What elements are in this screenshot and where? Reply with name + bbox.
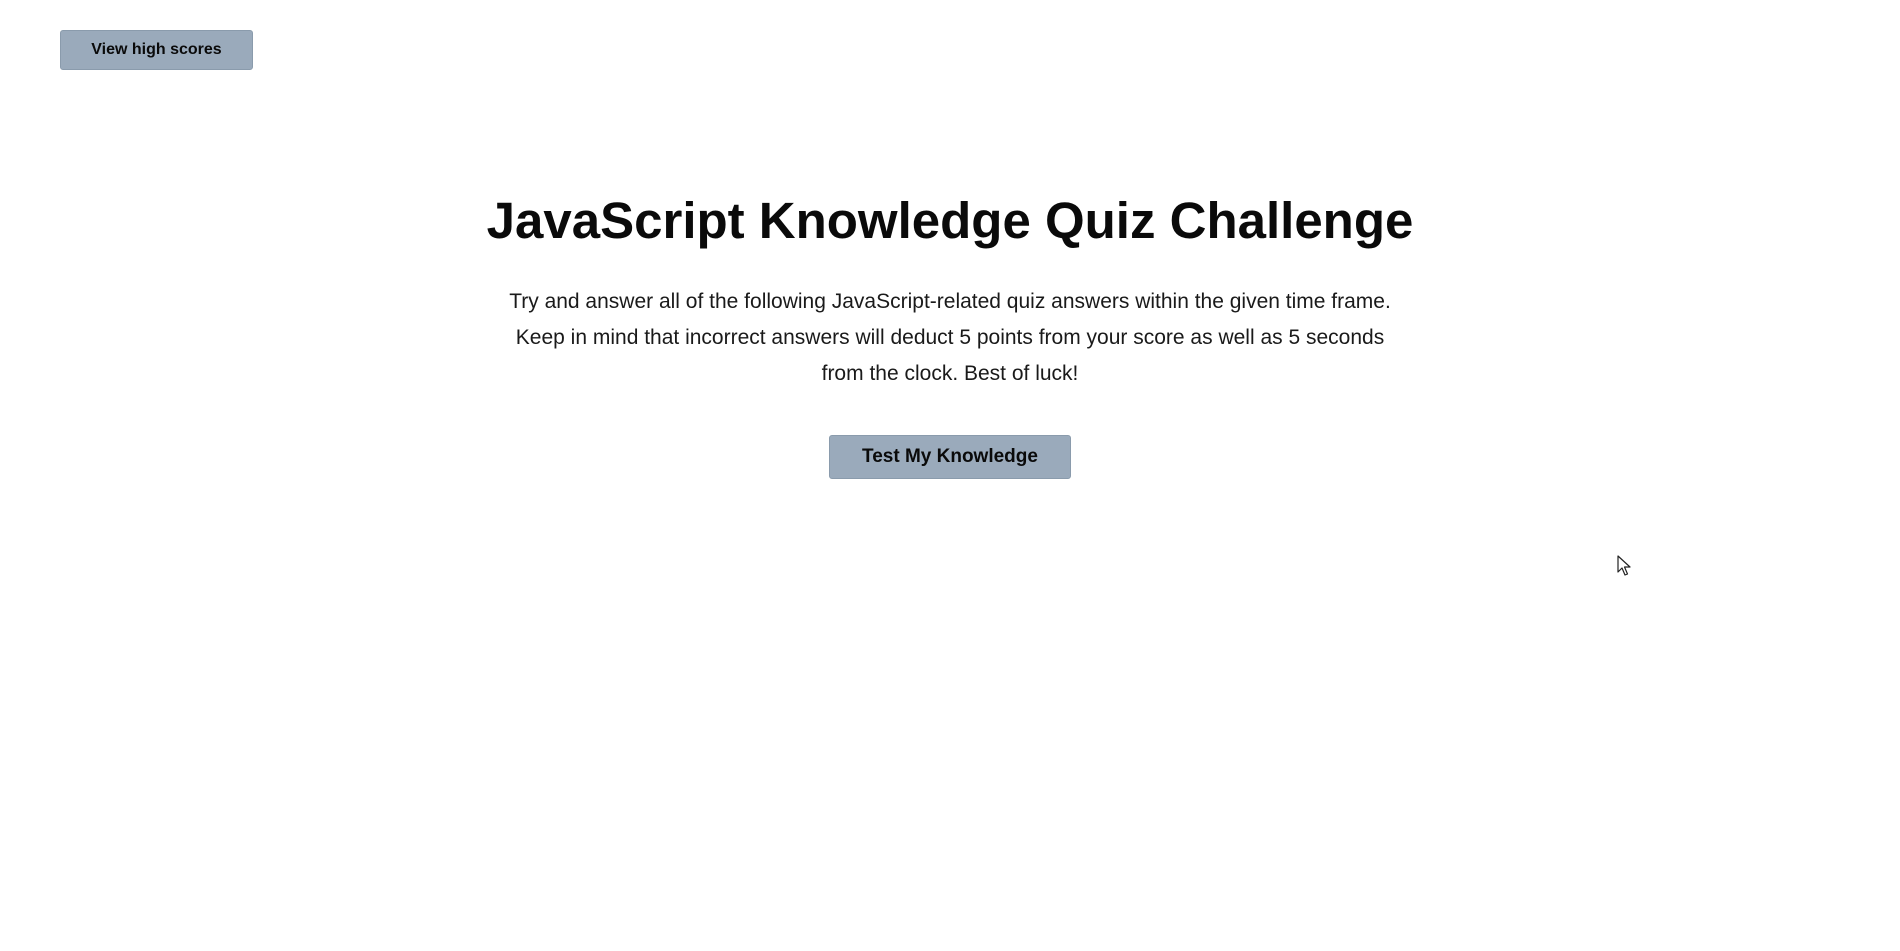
page-title: JavaScript Knowledge Quiz Challenge <box>486 192 1414 249</box>
page: View high scores JavaScript Knowledge Qu… <box>0 0 1900 951</box>
quiz-description: Try and answer all of the following Java… <box>509 290 1391 385</box>
start-quiz-button[interactable]: Test My Knowledge <box>829 435 1071 479</box>
quiz-intro: JavaScript Knowledge Quiz Challenge Try … <box>0 0 1900 479</box>
mouse-pointer-icon <box>1617 555 1631 576</box>
